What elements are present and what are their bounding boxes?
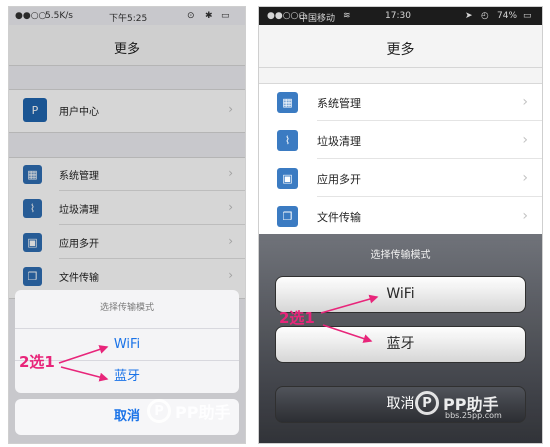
- copy-icon: ❐: [277, 206, 298, 227]
- right-phone-screenshot: ●●○○○ 中国移动 ≋ 17:30 ➤ ◴ 74% ▭ 更多 ▦ 系统管理 ›…: [258, 6, 543, 444]
- watermark: P PP助手: [147, 399, 230, 423]
- divider: [317, 120, 542, 121]
- menu-item-multi-app[interactable]: ▣ 应用多开 ›: [259, 160, 542, 197]
- chevron-right-icon: ›: [522, 132, 528, 148]
- broom-icon: ⌇: [277, 130, 298, 151]
- menu-item-system[interactable]: ▦ 系统管理 ›: [259, 84, 542, 121]
- divider: [317, 158, 542, 159]
- menu-item-label: 系统管理: [317, 97, 361, 110]
- chevron-right-icon: ›: [522, 94, 528, 110]
- watermark-url: bbs.25pp.com: [445, 411, 502, 420]
- action-sheet: 选择传输模式 WiFi 蓝牙: [15, 290, 239, 393]
- page-title: 更多: [386, 42, 415, 58]
- location-icon: ➤: [465, 11, 473, 21]
- status-bar: ●●○○○ 中国移动 ≋ 17:30 ➤ ◴ 74% ▭: [259, 7, 542, 25]
- bluetooth-option-button[interactable]: 蓝牙: [275, 326, 526, 363]
- alarm-icon: ◴: [481, 11, 489, 21]
- annotation-label: 2选1: [279, 309, 315, 327]
- menu-group: ▦ 系统管理 › ⌇ 垃圾清理 › ▣ 应用多开 › ❐ 文件传输 ›: [259, 83, 542, 241]
- pp-watermark-logo-icon: P: [147, 399, 171, 423]
- watermark: P PP助手 bbs.25pp.com: [415, 391, 502, 420]
- chevron-right-icon: ›: [522, 170, 528, 186]
- battery-icon: ▭: [523, 11, 532, 21]
- menu-item-label: 文件传输: [317, 211, 361, 224]
- sheet-title: 选择传输模式: [99, 303, 154, 313]
- menu-item-label: 应用多开: [317, 173, 361, 186]
- grid-icon: ▦: [277, 92, 298, 113]
- briefcase-icon: ▣: [277, 168, 298, 189]
- nav-bar: 更多: [259, 25, 542, 68]
- menu-item-label: 垃圾清理: [317, 135, 361, 148]
- wifi-icon: ≋: [343, 11, 351, 21]
- carrier-name: 中国移动: [299, 14, 336, 24]
- chevron-right-icon: ›: [522, 208, 528, 224]
- pp-watermark-logo-icon: P: [415, 391, 439, 415]
- left-phone-screenshot: ●●○○ 5.5K/s 下午5:25 ⊙ ✱ ▭ 更多 P 用户中心 › ▦ 系…: [8, 6, 246, 444]
- menu-item-cleanup[interactable]: ⌇ 垃圾清理 ›: [259, 122, 542, 159]
- watermark-text: PP助手: [175, 403, 231, 422]
- annotation-label: 2选1: [19, 353, 55, 371]
- status-time: 17:30: [385, 11, 411, 21]
- menu-item-file-transfer[interactable]: ❐ 文件传输 ›: [259, 198, 542, 235]
- divider: [317, 196, 542, 197]
- sheet-title: 选择传输模式: [370, 250, 431, 261]
- battery-percent: 74%: [497, 11, 518, 21]
